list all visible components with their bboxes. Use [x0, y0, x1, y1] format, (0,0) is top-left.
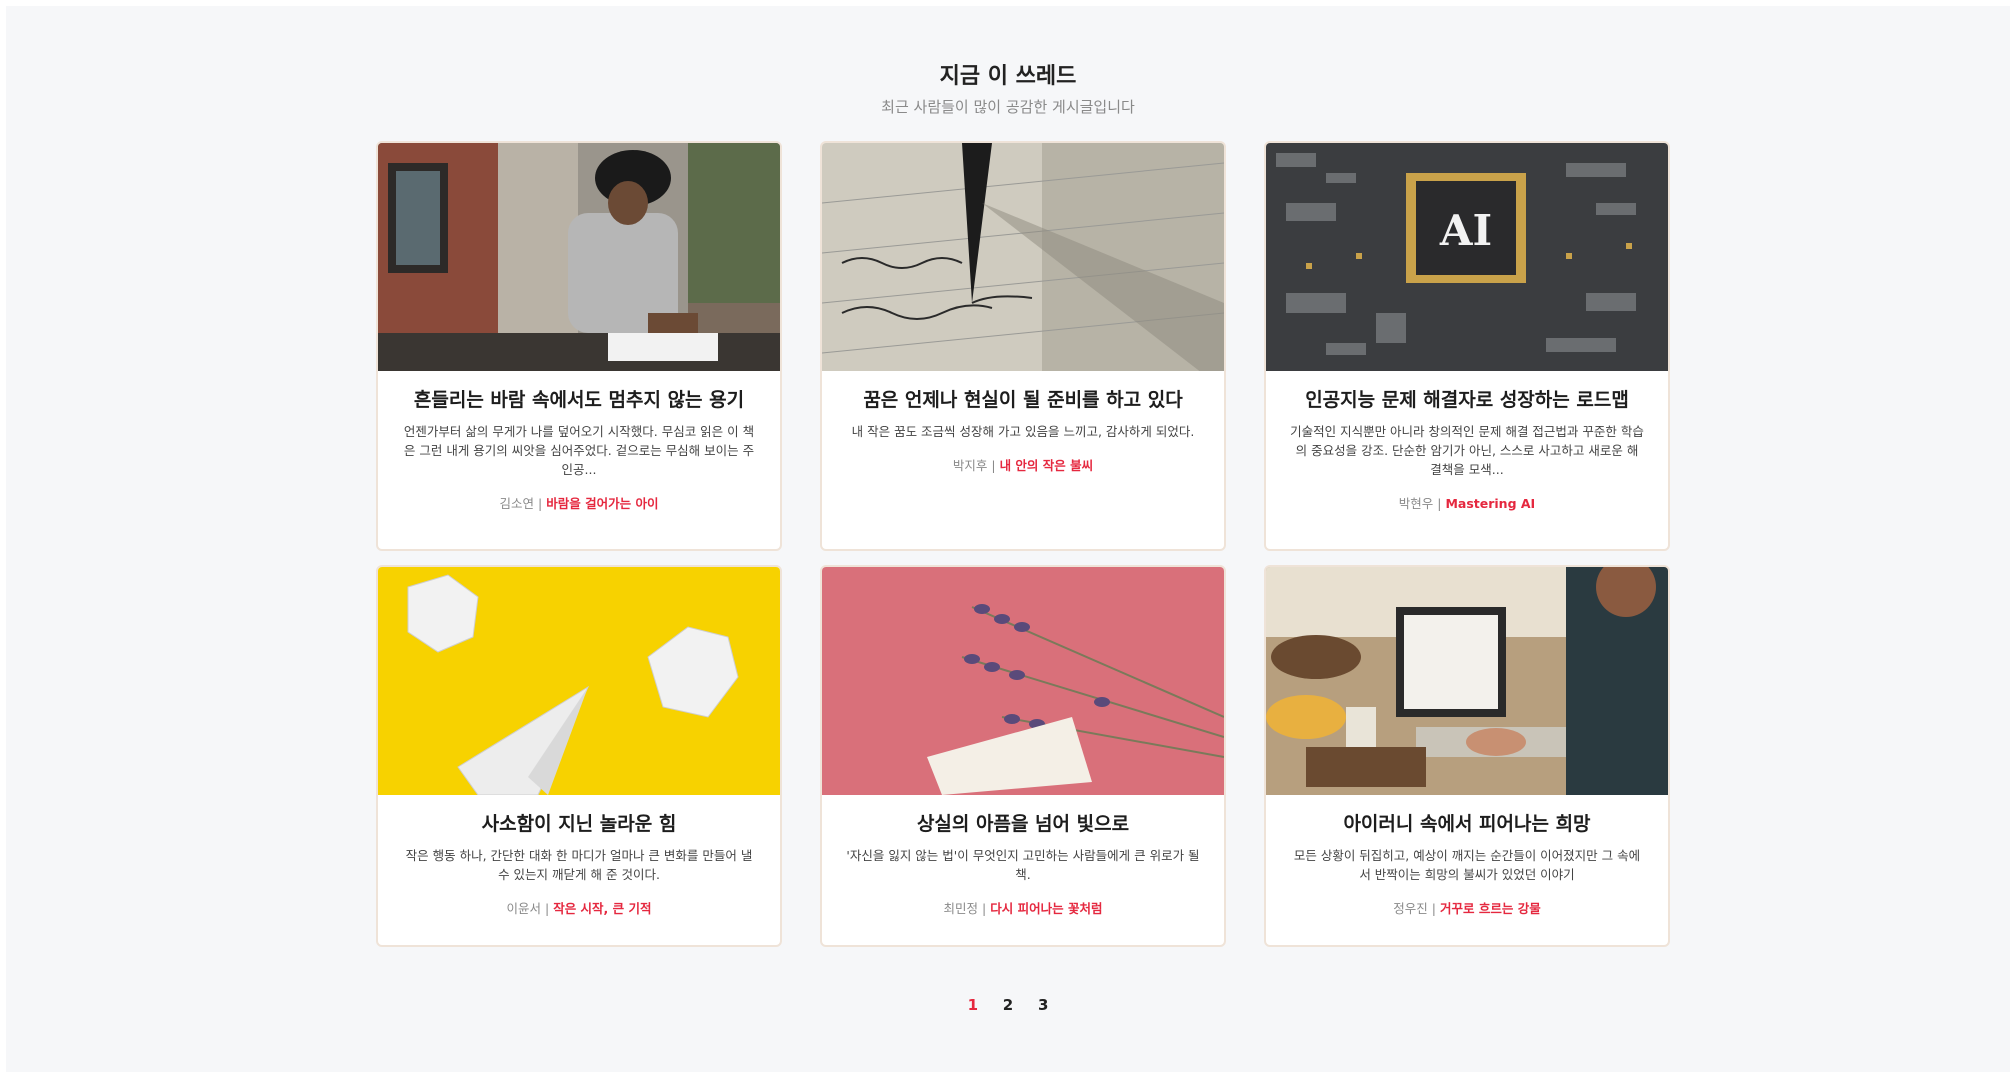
card-description: 기술적인 지식뿐만 아니라 창의적인 문제 해결 접근법과 꾸준한 학습의 중요… — [1290, 424, 1644, 477]
card-author: 박지후 — [952, 458, 988, 473]
card-meta: 박현우 | Mastering AI — [1282, 493, 1652, 512]
card-meta: 최민정 | 다시 피어나는 꽃처럼 — [838, 898, 1208, 917]
card-description: 작은 행동 하나, 간단한 대화 한 마디가 얼마나 큰 변화를 만들어 낼 수… — [405, 848, 753, 882]
thread-card[interactable]: 흔들리는 바람 속에서도 멈추지 않는 용기 언젠가부터 삶의 무게가 나를 덮… — [376, 141, 782, 551]
trending-threads-section: 지금 이 쓰레드 최근 사람들이 많이 공감한 게시글입니다 흔들리는 바람 속… — [6, 6, 2010, 1072]
card-author: 정우진 — [1393, 901, 1428, 916]
card-title[interactable]: 흔들리는 바람 속에서도 멈추지 않는 용기 — [394, 385, 764, 412]
meta-separator: | — [982, 901, 987, 916]
card-book-title[interactable]: 거꾸로 흐르는 강물 — [1440, 901, 1541, 916]
thread-card[interactable]: 아이러니 속에서 피어나는 희망 모든 상황이 뒤집히고, 예상이 깨지는 순간… — [1264, 565, 1670, 947]
thread-card[interactable]: AI 인공지능 문제 해결자로 성장하는 로드맵 기술적인 지식뿐만 아니라 창… — [1264, 141, 1670, 551]
meta-separator: | — [1431, 901, 1436, 916]
section-title: 지금 이 쓰레드 — [939, 64, 1077, 89]
lavender-photo[interactable] — [822, 567, 1224, 795]
card-author: 박현우 — [1398, 496, 1434, 511]
card-book-title[interactable]: 작은 시작, 큰 기적 — [553, 901, 651, 916]
card-meta: 김소연 | 바람을 걸어가는 아이 — [394, 493, 764, 512]
card-description: 모든 상황이 뒤집히고, 예상이 깨지는 순간들이 이어졌지만 그 속에서 반짝… — [1293, 848, 1641, 882]
pagination: 1 2 3 — [6, 996, 2010, 1014]
card-book-title[interactable]: 바람을 걸어가는 아이 — [546, 496, 658, 511]
card-author: 최민정 — [943, 901, 979, 916]
svg-text:AI: AI — [1439, 206, 1492, 255]
page-link-1[interactable]: 1 — [968, 996, 978, 1014]
meta-separator: | — [1437, 496, 1442, 511]
card-author: 김소연 — [499, 496, 535, 511]
card-title[interactable]: 꿈은 언제나 현실이 될 준비를 하고 있다 — [838, 385, 1208, 412]
laptop-desk-photo[interactable] — [1266, 567, 1668, 795]
card-title[interactable]: 사소함이 지닌 놀라운 힘 — [394, 809, 764, 836]
fountain-pen-photo[interactable] — [822, 143, 1224, 371]
meta-separator: | — [544, 901, 550, 916]
card-title[interactable]: 인공지능 문제 해결자로 성장하는 로드맵 — [1282, 385, 1652, 412]
card-description: '자신을 잃지 않는 법'이 무엇인지 고민하는 사람들에게 큰 위로가 될 책… — [846, 848, 1200, 882]
card-meta: 박지후 | 내 안의 작은 불씨 — [838, 455, 1208, 474]
card-book-title[interactable]: Mastering AI — [1445, 496, 1535, 511]
page-link-2[interactable]: 2 — [1003, 996, 1013, 1014]
page-link-3[interactable]: 3 — [1038, 996, 1048, 1014]
card-title[interactable]: 아이러니 속에서 피어나는 희망 — [1282, 809, 1652, 836]
card-meta: 정우진 | 거꾸로 흐르는 강물 — [1282, 898, 1652, 917]
card-book-title[interactable]: 다시 피어나는 꽃처럼 — [990, 901, 1102, 916]
section-subtitle: 최근 사람들이 많이 공감한 게시글입니다 — [881, 98, 1135, 116]
thread-card[interactable]: 꿈은 언제나 현실이 될 준비를 하고 있다 내 작은 꿈도 조금씩 성장해 가… — [820, 141, 1226, 551]
card-meta: 이윤서 | 작은 시작, 큰 기적 — [394, 898, 764, 917]
card-author: 이윤서 — [506, 901, 541, 916]
meta-separator: | — [991, 458, 996, 473]
man-writing-photo[interactable] — [378, 143, 780, 371]
meta-separator: | — [538, 496, 543, 511]
thread-card[interactable]: 상실의 아픔을 넘어 빛으로 '자신을 잃지 않는 법'이 무엇인지 고민하는 … — [820, 565, 1226, 947]
thread-card[interactable]: 사소함이 지닌 놀라운 힘 작은 행동 하나, 간단한 대화 한 마디가 얼마나… — [376, 565, 782, 947]
crumpled-paper-photo[interactable] — [378, 567, 780, 795]
ai-chip-photo[interactable]: AI — [1266, 143, 1668, 371]
card-title[interactable]: 상실의 아픔을 넘어 빛으로 — [838, 809, 1208, 836]
card-description: 내 작은 꿈도 조금씩 성장해 가고 있음을 느끼고, 감사하게 되었다. — [851, 424, 1195, 439]
card-description: 언젠가부터 삶의 무게가 나를 덮어오기 시작했다. 무심코 읽은 이 책은 그… — [403, 424, 755, 477]
card-book-title[interactable]: 내 안의 작은 불씨 — [1000, 458, 1094, 473]
